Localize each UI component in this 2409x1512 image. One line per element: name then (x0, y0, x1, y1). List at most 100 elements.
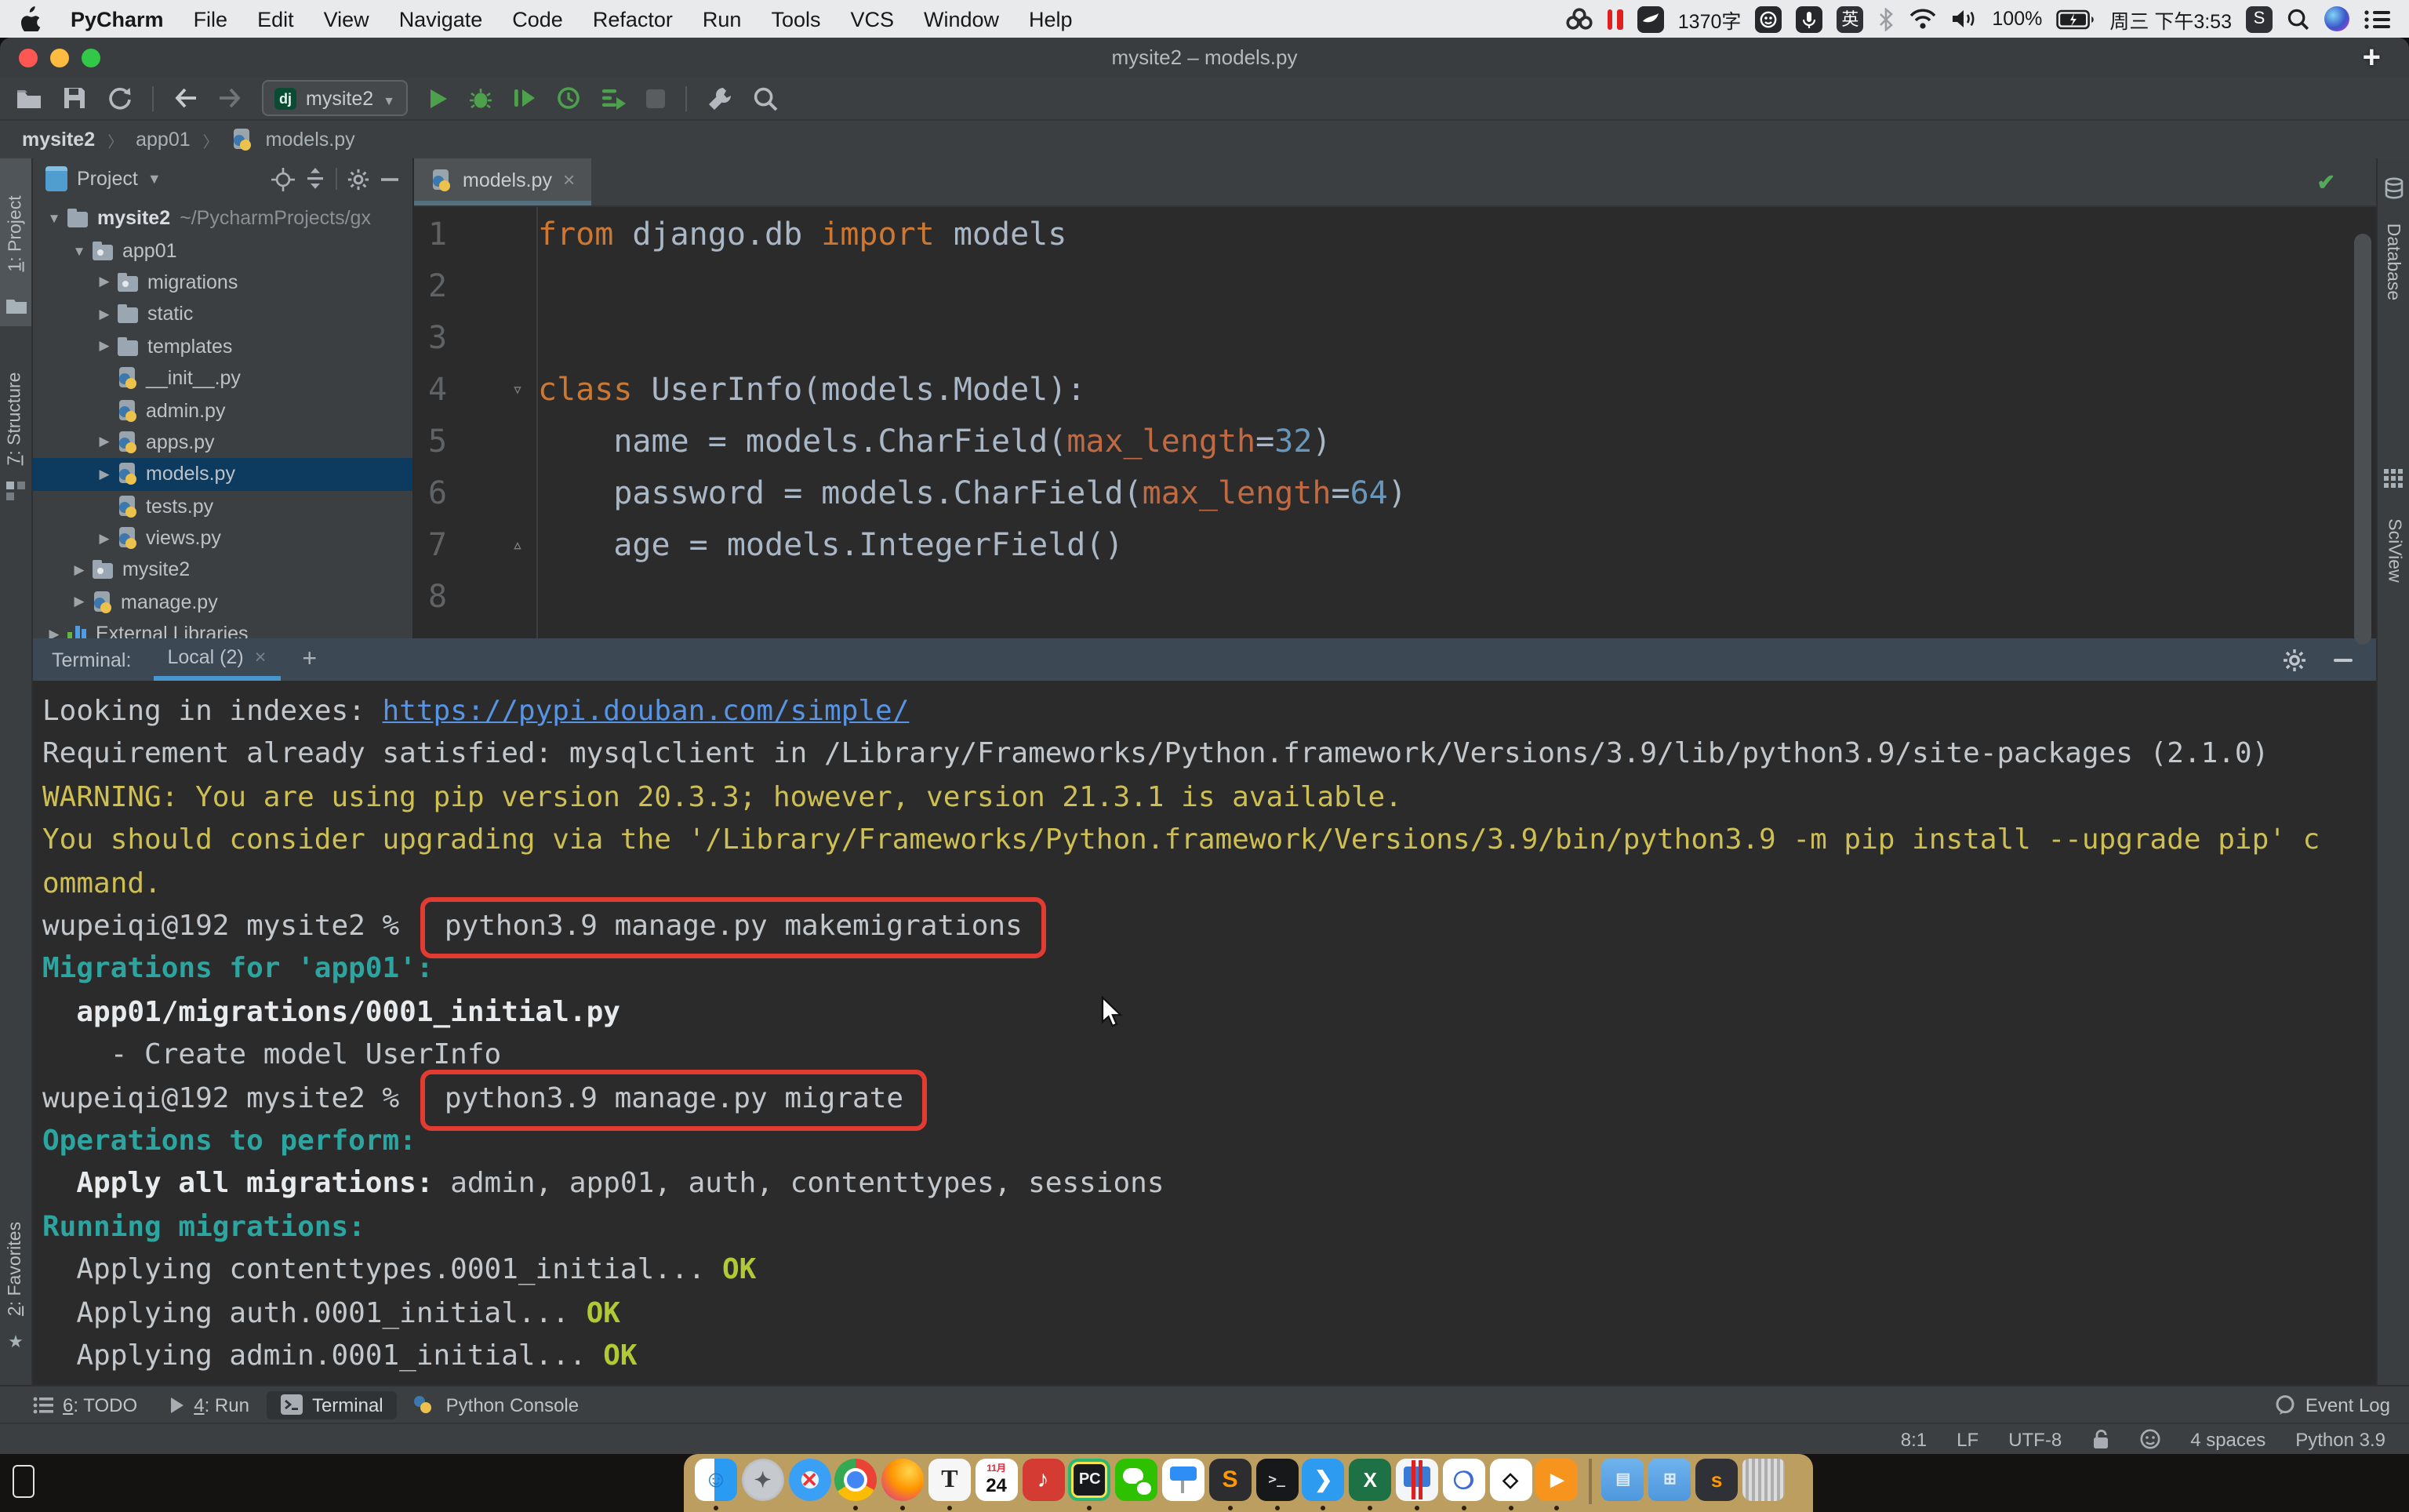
menu-item-help[interactable]: Help (1029, 7, 1073, 31)
event-log-button[interactable]: Event Log (2274, 1394, 2390, 1416)
menu-item-file[interactable]: File (194, 7, 228, 31)
tree-row-mysite2[interactable]: ▶mysite2 (33, 554, 412, 587)
input-language-badge[interactable]: 英 (1837, 5, 1863, 32)
zoom-window-button[interactable] (82, 48, 100, 67)
debug-icon[interactable] (469, 86, 492, 110)
sogou-badge[interactable]: S (2246, 5, 2273, 32)
close-icon[interactable]: × (563, 168, 575, 191)
microphone-icon[interactable] (1796, 5, 1822, 32)
concurrency-icon[interactable] (601, 86, 626, 110)
dock-item-wechat[interactable] (1115, 1459, 1157, 1501)
circles-app-icon[interactable] (1565, 5, 1593, 32)
status-item-LF[interactable]: LF (1957, 1428, 1978, 1450)
tree-row-models-py[interactable]: ▶models.py (33, 458, 412, 490)
code-editor[interactable]: 1234▿567▵8 from django.db import models … (414, 207, 2376, 638)
dock-item-tv-app[interactable]: ▶ (1536, 1459, 1579, 1501)
plus-icon[interactable]: + (2363, 41, 2381, 77)
menu-item-window[interactable]: Window (924, 7, 999, 31)
spotlight-icon[interactable] (2287, 5, 2310, 32)
dock-item-folder-windows[interactable]: ⊞ (1648, 1459, 1691, 1501)
status-item-8-1[interactable]: 8:1 (1901, 1428, 1927, 1450)
search-icon[interactable] (753, 85, 778, 111)
profiler-icon[interactable] (557, 86, 580, 110)
breadcrumb-item-mysite2[interactable]: mysite2 (22, 129, 95, 151)
minimize-window-button[interactable] (50, 48, 69, 67)
fold-marker-close-icon[interactable]: ▵ (505, 519, 530, 571)
sidebar-item-database[interactable]: Database (2378, 165, 2409, 337)
tree-row-views-py[interactable]: ▶views.py (33, 522, 412, 554)
breadcrumb-item-models.py[interactable]: models.py (266, 129, 355, 151)
dock-item-calendar[interactable]: 11月24 (976, 1459, 1018, 1501)
menu-item-edit[interactable]: Edit (257, 7, 294, 31)
status-face-icon[interactable] (2138, 1429, 2160, 1449)
tree-row-apps-py[interactable]: ▶apps.py (33, 426, 412, 458)
tree-row-External-Libraries[interactable]: ▶External Libraries (33, 618, 412, 638)
stop-icon[interactable] (646, 89, 665, 107)
tree-row-__init__-py[interactable]: __init__.py (33, 362, 412, 394)
run-configuration-select[interactable]: djmysite2▼ (262, 80, 408, 116)
menu-item-run[interactable]: Run (703, 7, 742, 31)
open-icon[interactable] (16, 87, 42, 109)
run-icon[interactable] (428, 87, 449, 109)
status-item-UTF-8[interactable]: UTF-8 (2008, 1428, 2062, 1450)
terminal-output[interactable]: Looking in indexes: https://pypi.douban.… (33, 681, 2376, 1385)
toolwindow-button-todo[interactable]: 6: TODO (19, 1390, 151, 1419)
breadcrumb-item-app01[interactable]: app01 (136, 129, 191, 151)
hide-panel-icon[interactable] (380, 169, 400, 189)
dock-item-folder-downloads[interactable]: ▤ (1602, 1459, 1644, 1501)
tree-arrow-icon[interactable]: ▶ (93, 338, 116, 355)
tree-arrow-icon[interactable]: ▶ (67, 562, 91, 579)
dock-item-terminal-app[interactable]: >_ (1255, 1459, 1298, 1501)
sidebar-item-sciview[interactable]: SciView (2378, 456, 2409, 626)
tree-row-app01[interactable]: ▼app01 (33, 234, 412, 267)
dock-item-safari[interactable]: ✕ (788, 1459, 830, 1501)
pause-indicator-icon[interactable] (1608, 5, 1623, 32)
minimize-icon[interactable] (2332, 649, 2354, 671)
close-icon[interactable]: × (255, 646, 267, 668)
dock-item-dingtalk[interactable]: ❯ (1303, 1459, 1345, 1501)
tree-arrow-icon[interactable]: ▶ (93, 274, 116, 291)
menu-item-navigate[interactable]: Navigate (399, 7, 483, 31)
dock-item-netease-music[interactable]: ♪ (1022, 1459, 1064, 1501)
menu-item-code[interactable]: Code (512, 7, 563, 31)
locate-icon[interactable] (271, 167, 295, 191)
tab-models-py[interactable]: models.py × (414, 158, 590, 205)
tree-row-static[interactable]: ▶static (33, 298, 412, 330)
tree-row-manage-py[interactable]: ▶manage.py (33, 586, 412, 618)
tree-row-templates[interactable]: ▶templates (33, 330, 412, 362)
save-icon[interactable] (63, 86, 86, 110)
siri-icon[interactable] (2324, 6, 2349, 31)
dock-item-finder[interactable]: ☺ (695, 1459, 737, 1501)
tree-arrow-icon[interactable]: ▶ (67, 594, 91, 611)
code-lines[interactable]: from django.db import models class UserI… (538, 207, 2376, 638)
collapse-all-icon[interactable] (304, 168, 326, 190)
inspections-ok-icon[interactable]: ✔ (2317, 169, 2335, 196)
project-panel-title[interactable]: Project (77, 168, 138, 190)
dock-item-firefox[interactable] (881, 1459, 924, 1501)
menu-pycharm[interactable]: PyCharm (71, 7, 164, 31)
dock-item-keynote[interactable] (1162, 1459, 1204, 1501)
menu-clock[interactable]: 周三 下午3:53 (2109, 4, 2232, 34)
gear-icon[interactable] (347, 167, 370, 191)
tree-arrow-icon[interactable]: ▶ (93, 466, 116, 483)
tree-row-admin-py[interactable]: admin.py (33, 394, 412, 427)
control-center-icon[interactable] (2364, 5, 2390, 32)
sidebar-item-favorites[interactable]: 2: Favorites★ (0, 1194, 31, 1365)
menu-item-refactor[interactable]: Refactor (593, 7, 673, 31)
gear-icon[interactable] (2282, 647, 2307, 672)
sidebar-item-project[interactable]: 1: Project (0, 158, 31, 326)
dock-item-launchpad[interactable]: ✦ (742, 1459, 784, 1501)
menu-item-vcs[interactable]: VCS (850, 7, 894, 31)
dock-item-rings-app[interactable]: ❍ (1443, 1459, 1485, 1501)
dock-item-chrome[interactable] (835, 1459, 877, 1501)
wifi-icon[interactable] (1909, 5, 1937, 32)
tree-arrow-icon[interactable]: ▶ (42, 626, 66, 638)
tree-arrow-icon[interactable]: ▶ (93, 529, 116, 547)
tree-arrow-icon[interactable]: ▼ (67, 242, 91, 258)
tree-row-tests-py[interactable]: tests.py (33, 490, 412, 522)
fold-marker-open-icon[interactable]: ▿ (505, 364, 530, 416)
editor-gutter[interactable]: 1234▿567▵8 (414, 207, 538, 638)
menu-item-view[interactable]: View (324, 7, 369, 31)
volume-icon[interactable] (1951, 5, 1978, 32)
tree-arrow-icon[interactable]: ▶ (93, 306, 116, 323)
